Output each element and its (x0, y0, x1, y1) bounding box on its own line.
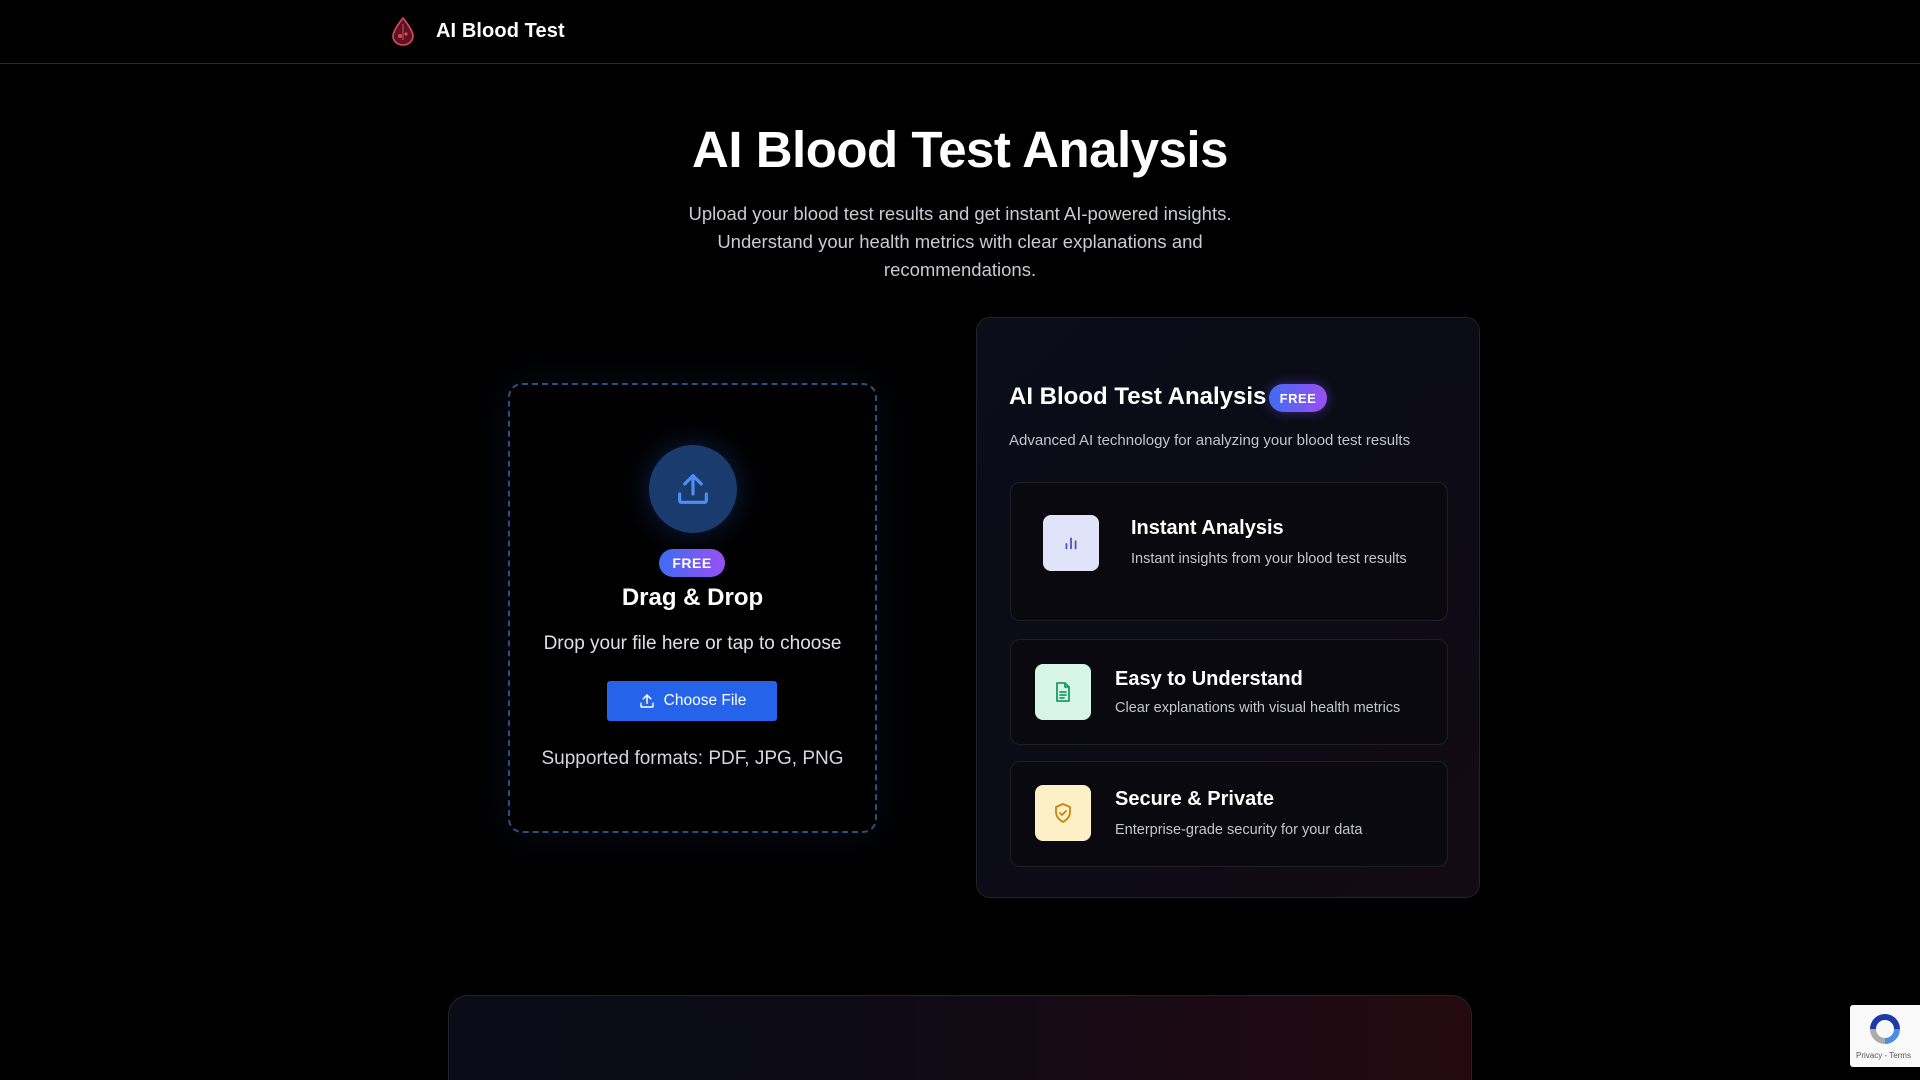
bar-chart-icon (1065, 537, 1077, 550)
hero-subtitle-line: Understand your health metrics with clea… (717, 231, 1203, 252)
feature-description: Enterprise-grade security for your data (1115, 822, 1363, 838)
feature-description: Clear explanations with visual health me… (1115, 700, 1401, 716)
upload-icon-circle (649, 445, 737, 533)
upload-icon (678, 474, 708, 504)
recaptcha-badge[interactable]: Privacy - Terms (1850, 1005, 1920, 1067)
brand-name: AI Blood Test (436, 19, 565, 42)
feature-description: Instant insights from your blood test re… (1131, 551, 1407, 567)
drag-drop-text: Drop your file here or tap to choose (543, 633, 842, 654)
bottom-section-card (448, 995, 1472, 1080)
document-icon (1056, 682, 1070, 702)
hero-subtitle: Upload your blood test results and get i… (660, 200, 1260, 284)
page-title: AI Blood Test Analysis (692, 121, 1228, 178)
top-navbar: AI Blood Test (0, 0, 1920, 64)
panel-title: AI Blood Test Analysis (1009, 383, 1267, 410)
features-panel: AI Blood Test Analysis FREE Advanced AI … (976, 317, 1480, 898)
blood-drop-icon (392, 16, 414, 46)
upload-icon (639, 694, 654, 708)
feature-title: Easy to Understand (1115, 668, 1303, 690)
drag-drop-title: Drag & Drop (621, 584, 764, 611)
choose-file-label: Choose File (663, 692, 747, 709)
recaptcha-icon (1870, 1014, 1900, 1044)
choose-file-button[interactable]: Choose File (607, 681, 777, 721)
feature-icon-box (1035, 664, 1091, 720)
free-badge: FREE (659, 549, 725, 577)
feature-icon-box (1043, 515, 1099, 571)
hero-subtitle-line: Upload your blood test results and get i… (688, 203, 1232, 224)
feature-card-instant-analysis: Instant Analysis Instant insights from y… (1010, 482, 1448, 621)
shield-check-icon (1055, 803, 1071, 823)
supported-formats: Supported formats: PDF, JPG, PNG (541, 748, 844, 769)
brand[interactable]: AI Blood Test (390, 16, 565, 46)
hero-subtitle-line: recommendations. (883, 259, 1037, 280)
free-badge: FREE (1269, 384, 1327, 412)
feature-card-secure-private: Secure & Private Enterprise-grade securi… (1010, 761, 1448, 867)
feature-icon-box (1035, 785, 1091, 841)
panel-subtitle: Advanced AI technology for analyzing you… (1009, 432, 1411, 449)
feature-title: Instant Analysis (1131, 517, 1284, 539)
recaptcha-links[interactable]: Privacy - Terms (1856, 1051, 1911, 1060)
file-drop-zone[interactable]: FREE Drag & Drop Drop your file here or … (508, 383, 877, 833)
feature-card-easy-to-understand: Easy to Understand Clear explanations wi… (1010, 639, 1448, 745)
feature-title: Secure & Private (1115, 788, 1274, 810)
